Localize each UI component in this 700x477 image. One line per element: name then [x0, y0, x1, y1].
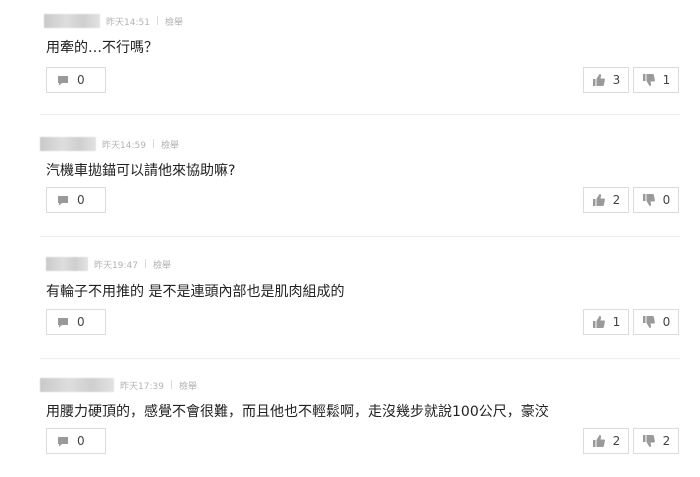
dislike-button[interactable]: 0 [633, 309, 679, 335]
like-button[interactable]: 1 [583, 309, 629, 335]
divider [40, 114, 680, 115]
comment-time: 昨天14:59 [102, 140, 146, 151]
like-count: 1 [612, 315, 621, 329]
reply-count: 0 [77, 434, 85, 448]
like-button[interactable]: 3 [583, 67, 629, 93]
report-link[interactable]: 檢舉 [153, 258, 171, 271]
reply-button[interactable]: 0 [46, 428, 106, 454]
thumbs-up-icon [592, 316, 605, 328]
thumbs-down-icon [642, 435, 655, 447]
reply-count: 0 [77, 315, 85, 329]
like-count: 3 [612, 73, 621, 87]
divider [40, 236, 680, 237]
reply-button[interactable]: 0 [46, 309, 106, 335]
reply-button[interactable]: 0 [46, 67, 106, 93]
report-link[interactable]: 檢舉 [161, 138, 179, 151]
divider [40, 358, 680, 359]
reply-count: 0 [77, 193, 85, 207]
comment-icon [57, 317, 69, 328]
comment-meta: 昨天14:51 | 檢舉 [44, 14, 183, 28]
comment-meta: 昨天19:47 | 檢舉 [46, 257, 171, 271]
like-count: 2 [612, 434, 621, 448]
dislike-button[interactable]: 0 [633, 187, 679, 213]
blurred-username [40, 137, 96, 151]
blurred-username [40, 378, 114, 392]
comment-text: 汽機車拋錨可以請他來協助嘛? [46, 163, 236, 179]
reply-button[interactable]: 0 [46, 187, 106, 213]
thumbs-down-icon [642, 194, 655, 206]
dislike-count: 0 [662, 315, 671, 329]
thumbs-down-icon [642, 316, 655, 328]
comment-time: 昨天14:51 [106, 17, 150, 28]
dislike-count: 2 [662, 434, 671, 448]
thumbs-down-icon [642, 74, 655, 86]
comment-icon [57, 195, 69, 206]
comment-text: 用腰力硬頂的，感覺不會很難，而且他也不輕鬆啊，走沒幾步就說100公尺，豪洨 [46, 404, 549, 420]
comment-time: 昨天17:39 [120, 381, 164, 392]
report-link[interactable]: 檢舉 [165, 15, 183, 28]
like-button[interactable]: 2 [583, 187, 629, 213]
dislike-button[interactable]: 1 [633, 67, 679, 93]
thumbs-up-icon [592, 435, 605, 447]
dislike-count: 1 [662, 73, 671, 87]
reply-count: 0 [77, 73, 85, 87]
like-count: 2 [612, 193, 621, 207]
like-button[interactable]: 2 [583, 428, 629, 454]
comment-text: 用牽的…不行嗎？ [46, 40, 158, 56]
blurred-username [44, 14, 100, 28]
report-link[interactable]: 檢舉 [179, 379, 197, 392]
comment-time: 昨天19:47 [94, 260, 138, 271]
comment-text: 有輪子不用推的 是不是連頭內部也是肌肉組成的 [46, 284, 345, 300]
dislike-button[interactable]: 2 [633, 428, 679, 454]
blurred-username [46, 257, 88, 271]
comment-meta: 昨天17:39 | 檢舉 [40, 378, 197, 392]
comment-meta: 昨天14:59 | 檢舉 [40, 137, 179, 151]
dislike-count: 0 [662, 193, 671, 207]
thumbs-up-icon [592, 74, 605, 86]
thumbs-up-icon [592, 194, 605, 206]
comment-icon [57, 75, 69, 86]
comment-icon [57, 436, 69, 447]
